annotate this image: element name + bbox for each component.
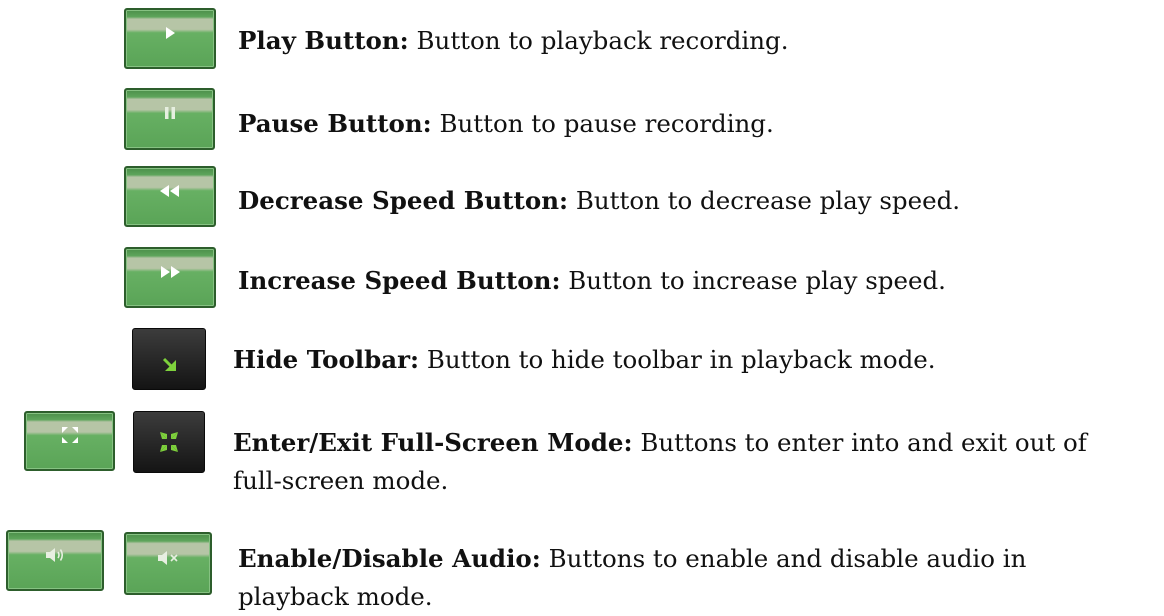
hide-toolbar-label: Hide Toolbar: xyxy=(233,345,420,374)
play-button-text: Button to playback recording. xyxy=(416,26,789,55)
pause-icon xyxy=(126,103,213,123)
speaker-muted-icon xyxy=(126,548,210,568)
full-screen-label: Enter/Exit Full-Screen Mode: xyxy=(233,428,633,457)
fast-forward-icon xyxy=(126,263,214,281)
enter-full-screen-button[interactable] xyxy=(24,411,115,471)
rewind-icon xyxy=(126,182,214,200)
collapse-icon xyxy=(134,429,204,455)
audio-text-line2: playback mode. xyxy=(238,582,433,611)
play-button-label: Play Button: xyxy=(238,26,409,55)
decrease-speed-button[interactable] xyxy=(124,166,216,227)
decrease-speed-description: Decrease Speed Button: Button to decreas… xyxy=(238,182,960,220)
hide-toolbar-description: Hide Toolbar: Button to hide toolbar in … xyxy=(233,341,936,379)
full-screen-text-line2: full-screen mode. xyxy=(233,466,449,495)
speaker-icon xyxy=(8,545,102,565)
pause-button-label: Pause Button: xyxy=(238,109,432,138)
pause-button-text: Button to pause recording. xyxy=(439,109,774,138)
hide-toolbar-text: Button to hide toolbar in playback mode. xyxy=(426,345,936,374)
increase-speed-button[interactable] xyxy=(124,247,216,308)
expand-icon xyxy=(26,424,113,446)
disable-audio-button[interactable] xyxy=(124,532,212,595)
increase-speed-text: Button to increase play speed. xyxy=(568,266,946,295)
audio-description: Enable/Disable Audio: Buttons to enable … xyxy=(238,540,1026,616)
play-icon xyxy=(126,23,214,43)
increase-speed-label: Increase Speed Button: xyxy=(238,266,561,295)
full-screen-description: Enter/Exit Full-Screen Mode: Buttons to … xyxy=(233,424,1087,500)
hide-toolbar-button[interactable] xyxy=(132,328,206,390)
exit-full-screen-button[interactable] xyxy=(133,411,205,473)
increase-speed-description: Increase Speed Button: Button to increas… xyxy=(238,262,946,300)
audio-text: Buttons to enable and disable audio in xyxy=(548,544,1027,573)
decrease-speed-text: Button to decrease play speed. xyxy=(575,186,961,215)
pause-button[interactable] xyxy=(124,88,215,150)
audio-label: Enable/Disable Audio: xyxy=(238,544,541,573)
enable-audio-button[interactable] xyxy=(6,530,104,591)
arrow-down-right-icon xyxy=(133,350,205,378)
play-button-description: Play Button: Button to playback recordin… xyxy=(238,22,788,60)
full-screen-text: Buttons to enter into and exit out of xyxy=(640,428,1087,457)
decrease-speed-label: Decrease Speed Button: xyxy=(238,186,569,215)
play-button[interactable] xyxy=(124,8,216,69)
pause-button-description: Pause Button: Button to pause recording. xyxy=(238,105,774,143)
